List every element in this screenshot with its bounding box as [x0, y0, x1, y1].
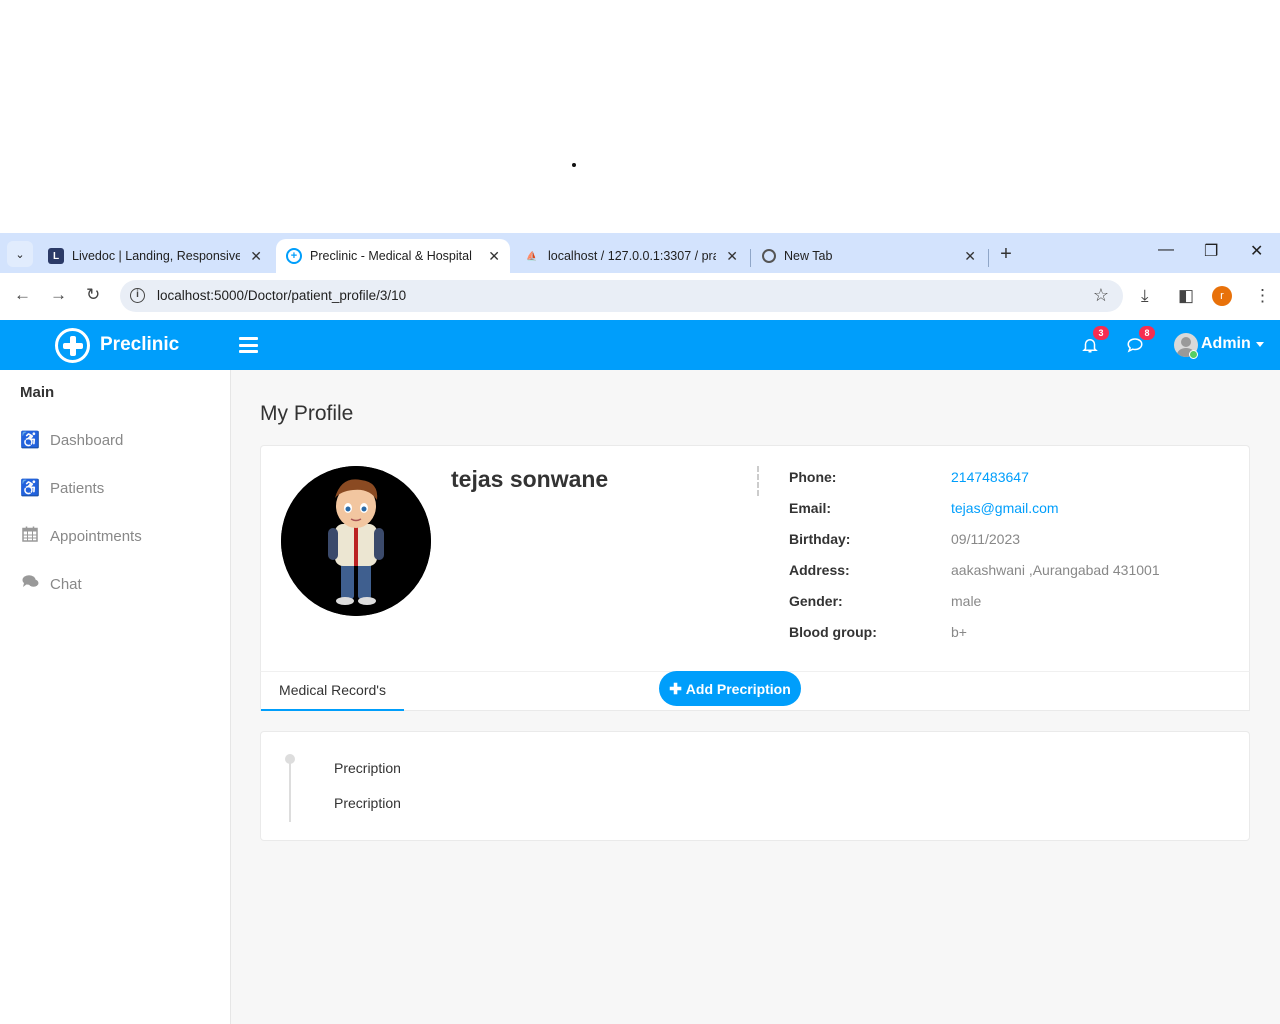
- wheelchair-icon: ♿: [20, 480, 40, 497]
- page-title: My Profile: [260, 402, 354, 425]
- tab-title: localhost / 127.0.0.1:3307 / pra: [548, 249, 716, 263]
- profile-card: tejas sonwane Phone: 2147483647 Email: t…: [260, 445, 1250, 671]
- add-prescription-button[interactable]: ✚ Add Precription: [659, 671, 801, 706]
- close-tab-icon[interactable]: ✕: [488, 248, 500, 265]
- cursor-dot: [572, 163, 576, 167]
- address-value: aakashwani ,Aurangabad 431001: [951, 562, 1160, 578]
- download-icon[interactable]: ⤓: [1141, 286, 1149, 306]
- brand-name[interactable]: Preclinic: [100, 334, 179, 356]
- message-icon[interactable]: [1126, 336, 1144, 359]
- browser-tab-phpmyadmin[interactable]: ⛵ localhost / 127.0.0.1:3307 / pra ✕: [514, 239, 748, 273]
- sidebar-item-label: Appointments: [50, 528, 142, 545]
- user-dropdown-caret-icon[interactable]: [1256, 342, 1264, 347]
- reload-icon[interactable]: ↻: [86, 285, 100, 305]
- close-tab-icon[interactable]: ✕: [964, 248, 976, 265]
- logo-icon[interactable]: [55, 328, 90, 363]
- message-badge: 8: [1139, 326, 1155, 340]
- divider: [757, 466, 759, 496]
- bookmark-star-icon[interactable]: ☆: [1093, 285, 1109, 306]
- site-info-icon[interactable]: i: [130, 288, 145, 303]
- patient-name: tejas sonwane: [451, 466, 609, 492]
- record-item[interactable]: Precription: [334, 795, 401, 811]
- main-content: My Profile tejas sonwane Phone: 21474836…: [231, 370, 1280, 1024]
- timeline-dot: [285, 754, 295, 764]
- sidebar: Main ♿ Dashboard ♿ Patients Appointments…: [0, 370, 231, 1024]
- close-tab-icon[interactable]: ✕: [250, 248, 262, 265]
- browser-tab-livedoc[interactable]: L Livedoc | Landing, Responsive ✕: [38, 239, 272, 273]
- birthday-label: Birthday:: [789, 531, 851, 547]
- new-tab-button[interactable]: +: [993, 241, 1019, 267]
- browser-tab-newtab[interactable]: New Tab ✕: [752, 239, 986, 273]
- app-header: Preclinic 3 8 Admin: [0, 320, 1280, 370]
- tab-separator: [988, 249, 989, 267]
- sidebar-item-appointments[interactable]: Appointments: [20, 526, 142, 547]
- comments-icon: [20, 574, 40, 594]
- close-tab-icon[interactable]: ✕: [726, 248, 738, 265]
- profile-avatar[interactable]: r: [1212, 286, 1232, 306]
- sidebar-item-label: Chat: [50, 575, 82, 593]
- gender-label: Gender:: [789, 593, 843, 609]
- calendar-icon: [20, 526, 40, 547]
- browser-tab-preclinic[interactable]: + Preclinic - Medical & Hospital ✕: [276, 239, 510, 273]
- gender-value: male: [951, 593, 982, 609]
- record-item[interactable]: Precription: [334, 760, 401, 776]
- sidebar-item-label: Patients: [50, 479, 105, 497]
- wheelchair-icon: ♿: [20, 432, 40, 449]
- sidebar-item-dashboard[interactable]: ♿ Dashboard: [20, 430, 123, 450]
- preclinic-favicon-icon: +: [286, 248, 302, 264]
- minimize-icon[interactable]: —: [1158, 241, 1174, 259]
- tab-title: Preclinic - Medical & Hospital: [310, 249, 472, 263]
- sidebar-item-chat[interactable]: Chat: [20, 574, 82, 594]
- patient-avatar: [281, 466, 431, 616]
- email-value[interactable]: tejas@gmail.com: [951, 500, 1059, 516]
- tab-title: New Tab: [784, 249, 833, 263]
- browser-toolbar: ← → ↻ i localhost:5000/Doctor/patient_pr…: [0, 273, 1280, 320]
- url-text[interactable]: localhost:5000/Doctor/patient_profile/3/…: [157, 288, 406, 303]
- close-window-icon[interactable]: ✕: [1250, 241, 1263, 261]
- sidebar-item-patients[interactable]: ♿ Patients: [20, 478, 104, 498]
- user-name[interactable]: Admin: [1201, 335, 1251, 353]
- records-card: Precription Precription: [260, 731, 1250, 841]
- tab-medical-records[interactable]: Medical Record's: [261, 672, 404, 711]
- phone-value[interactable]: 2147483647: [951, 469, 1029, 485]
- tab-separator: [750, 249, 751, 267]
- tab-title: Livedoc | Landing, Responsive: [72, 249, 240, 263]
- blood-group-value: b+: [951, 624, 967, 640]
- notification-badge: 3: [1093, 326, 1109, 340]
- blood-group-label: Blood group:: [789, 624, 877, 640]
- chrome-favicon-icon: [762, 249, 776, 263]
- hamburger-menu-icon[interactable]: [239, 337, 258, 353]
- back-icon[interactable]: ←: [14, 285, 31, 305]
- browser-tabbar: ⌄ L Livedoc | Landing, Responsive ✕ + Pr…: [0, 233, 1280, 273]
- timeline-line: [289, 758, 291, 822]
- phone-label: Phone:: [789, 469, 837, 485]
- forward-icon[interactable]: →: [50, 285, 67, 305]
- address-label: Address:: [789, 562, 850, 578]
- plus-icon: ✚: [669, 680, 682, 698]
- email-label: Email:: [789, 500, 832, 516]
- sidebar-title: Main: [20, 384, 55, 401]
- side-panel-icon[interactable]: ◧: [1178, 286, 1194, 306]
- livedoc-favicon-icon: L: [48, 248, 64, 264]
- phpmyadmin-favicon-icon: ⛵: [526, 250, 538, 261]
- online-status-indicator: [1189, 350, 1198, 359]
- restore-icon[interactable]: ❐: [1204, 241, 1218, 261]
- add-prescription-label: Add Precription: [685, 680, 791, 697]
- tab-search-button[interactable]: ⌄: [7, 241, 33, 267]
- cartoon-boy-image: [281, 466, 431, 616]
- browser-menu-icon[interactable]: ⋮: [1254, 286, 1271, 306]
- sidebar-item-label: Dashboard: [50, 431, 124, 449]
- birthday-value: 09/11/2023: [951, 531, 1021, 547]
- address-bar[interactable]: i localhost:5000/Doctor/patient_profile/…: [120, 280, 1123, 312]
